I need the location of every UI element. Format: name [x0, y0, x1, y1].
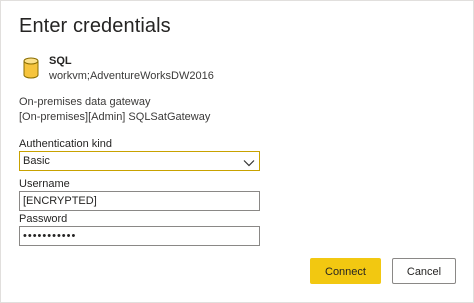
database-cylinder-icon: [23, 57, 39, 79]
auth-kind-dropdown[interactable]: Basic: [19, 151, 260, 171]
dialog-title: Enter credentials: [19, 15, 171, 37]
connect-button[interactable]: Connect: [310, 258, 381, 284]
password-label: Password: [19, 213, 68, 225]
auth-kind-label: Authentication kind: [19, 138, 112, 150]
gateway-name: [On-premises][Admin] SQLSatGateway: [19, 111, 211, 123]
cancel-button[interactable]: Cancel: [392, 258, 456, 284]
username-field[interactable]: [ENCRYPTED]: [19, 191, 260, 211]
chevron-down-icon: [243, 156, 255, 167]
source-type: SQL: [49, 55, 72, 67]
source-path: workvm;AdventureWorksDW2016: [49, 70, 214, 82]
password-field[interactable]: •••••••••••: [19, 226, 260, 246]
gateway-label: On-premises data gateway: [19, 96, 151, 108]
username-label: Username: [19, 178, 70, 190]
credentials-dialog: Enter credentials SQL workvm;AdventureWo…: [0, 0, 474, 303]
auth-kind-value: Basic: [23, 155, 50, 167]
